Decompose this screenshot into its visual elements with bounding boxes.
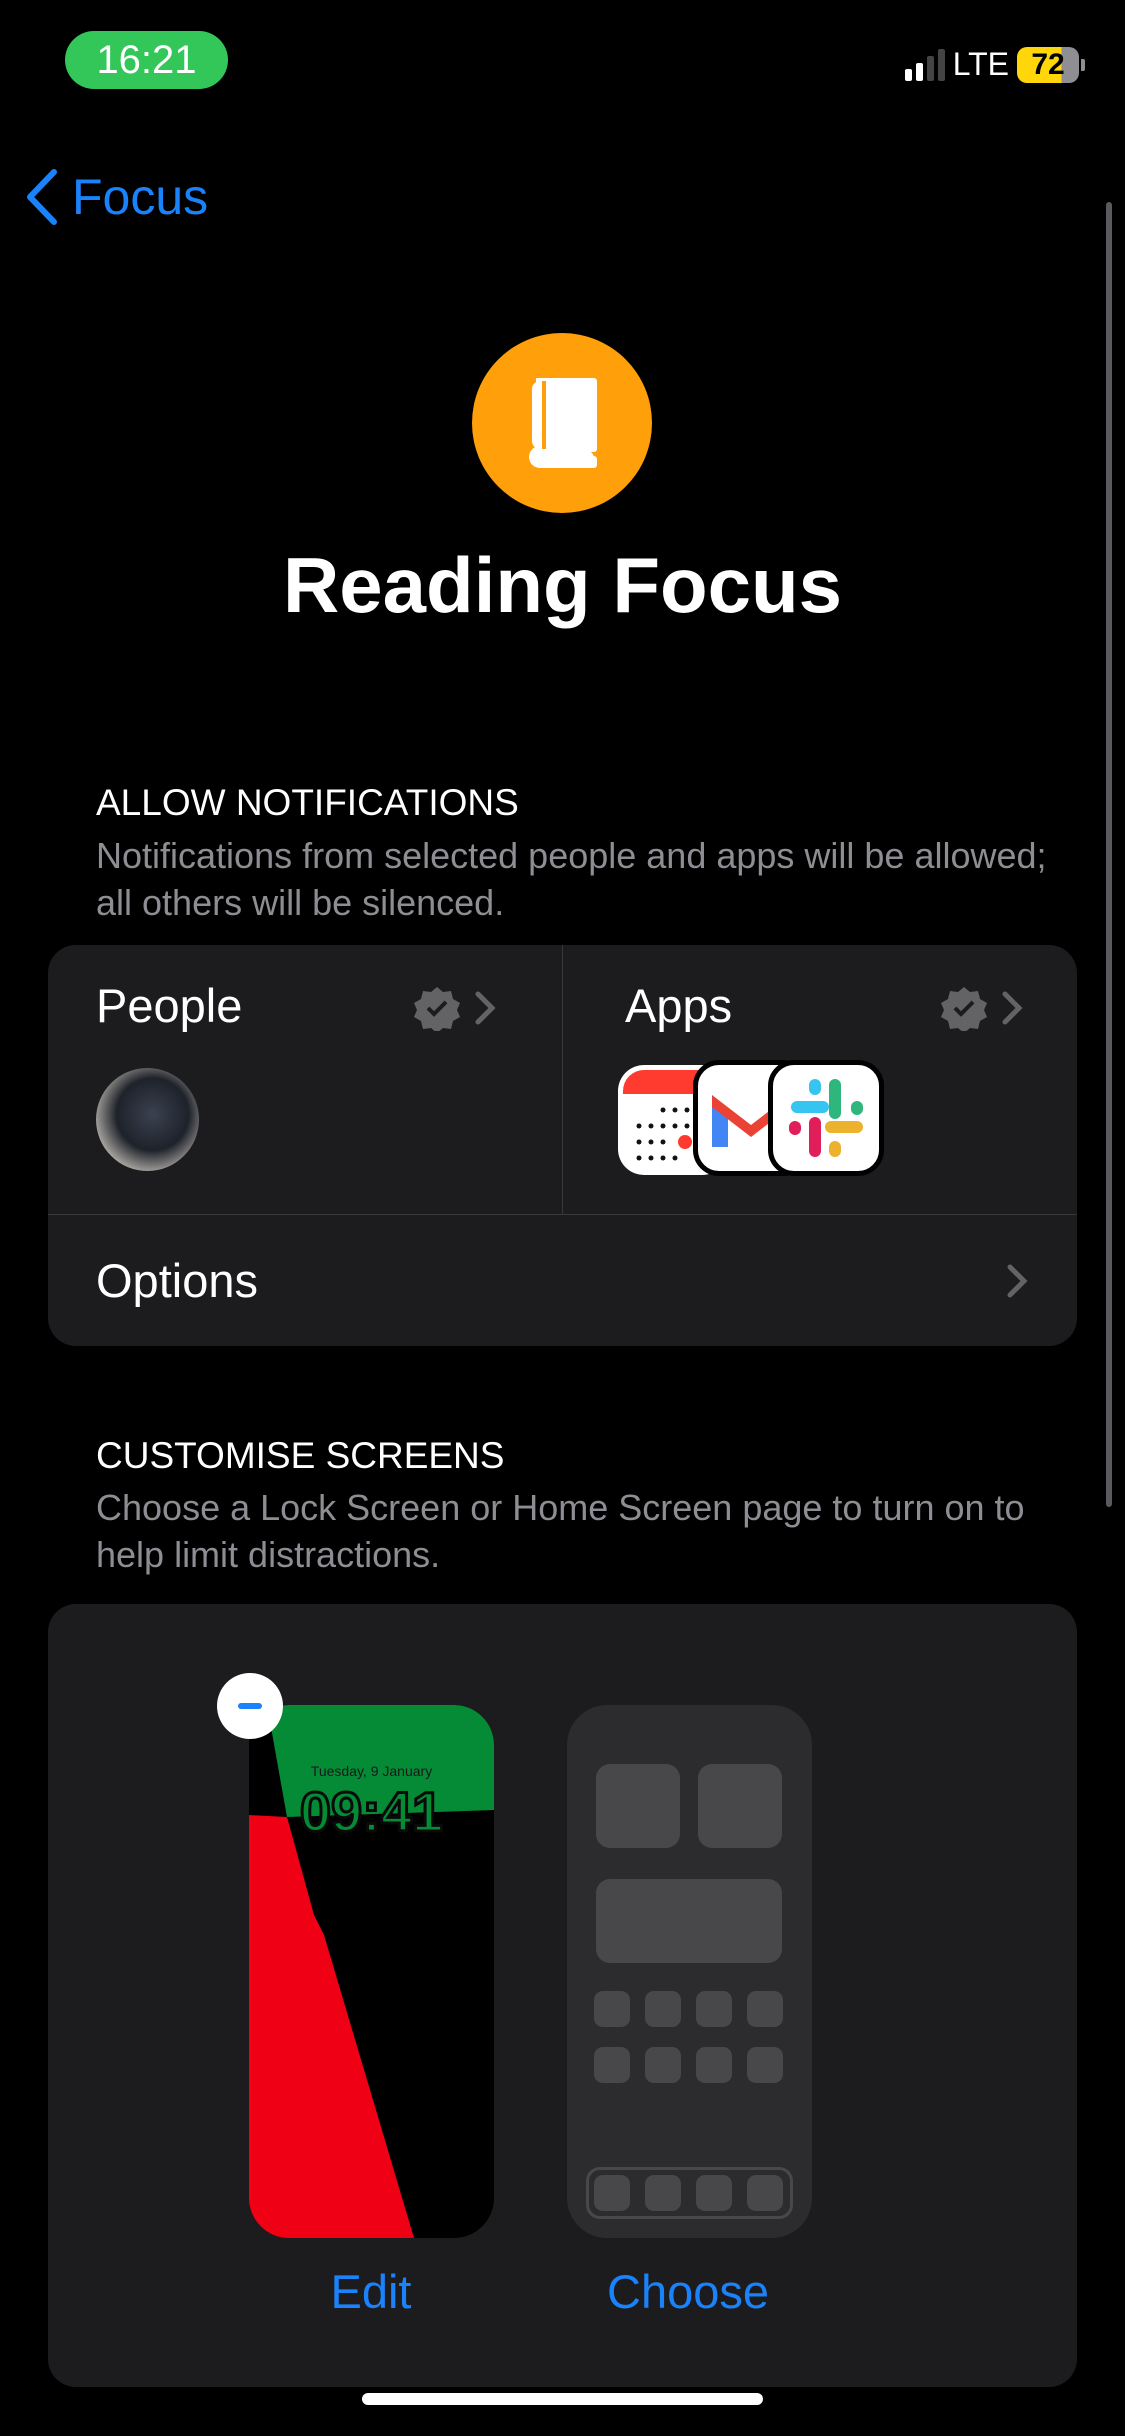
minus-icon (238, 1703, 262, 1709)
chevron-left-icon (27, 169, 57, 225)
battery-icon: 72 (1017, 46, 1085, 83)
chevron-right-icon (475, 991, 496, 1025)
remove-button[interactable] (217, 1673, 283, 1739)
checkmark-seal-icon (414, 987, 460, 1031)
options-label: Options (96, 1254, 258, 1307)
notifications-card: People Apps Options (48, 945, 1077, 1346)
section-header: CUSTOMISE SCREENS (96, 1435, 505, 1476)
options-row[interactable]: Options (48, 1215, 1077, 1346)
avatar (96, 1068, 199, 1171)
people-cell[interactable]: People (48, 945, 562, 1214)
choose-button[interactable]: Choose (538, 2264, 838, 2319)
section-header: ALLOW NOTIFICATIONS (96, 782, 519, 823)
chevron-right-icon (1002, 991, 1023, 1025)
lock-date: Tuesday, 9 January (310, 1763, 433, 1779)
lock-time: 09:41 (298, 1779, 444, 1845)
focus-icon (472, 333, 652, 513)
edit-button[interactable]: Edit (221, 2264, 521, 2319)
back-label: Focus (72, 169, 209, 225)
screens-card: Tuesday, 9 January 09:41 Edit Choose (48, 1604, 1077, 2387)
slack-app-icon (768, 1060, 884, 1176)
back-button[interactable]: Focus (24, 168, 208, 226)
home-screen-preview[interactable] (567, 1705, 812, 2238)
book-icon (529, 378, 597, 468)
people-label: People (96, 979, 243, 1032)
lock-screen-preview[interactable]: Tuesday, 9 January 09:41 (249, 1705, 494, 2238)
home-indicator[interactable] (362, 2393, 763, 2405)
chevron-right-icon (1007, 1264, 1028, 1298)
status-indicators: LTE 72 (904, 46, 1085, 83)
apps-label: Apps (625, 979, 733, 1032)
scrollbar[interactable] (1106, 202, 1112, 1507)
section-description: Choose a Lock Screen or Home Screen page… (96, 1487, 1025, 1575)
signal-icon (904, 48, 945, 81)
battery-level: 72 (1017, 46, 1079, 83)
network-type: LTE (952, 46, 1009, 82)
page-title: Reading Focus (282, 541, 843, 629)
status-time: 16:21 (65, 31, 228, 89)
section-description: Notifications from selected people and a… (96, 835, 1047, 923)
apps-cell[interactable]: Apps (563, 945, 1077, 1214)
checkmark-seal-icon (941, 987, 987, 1031)
